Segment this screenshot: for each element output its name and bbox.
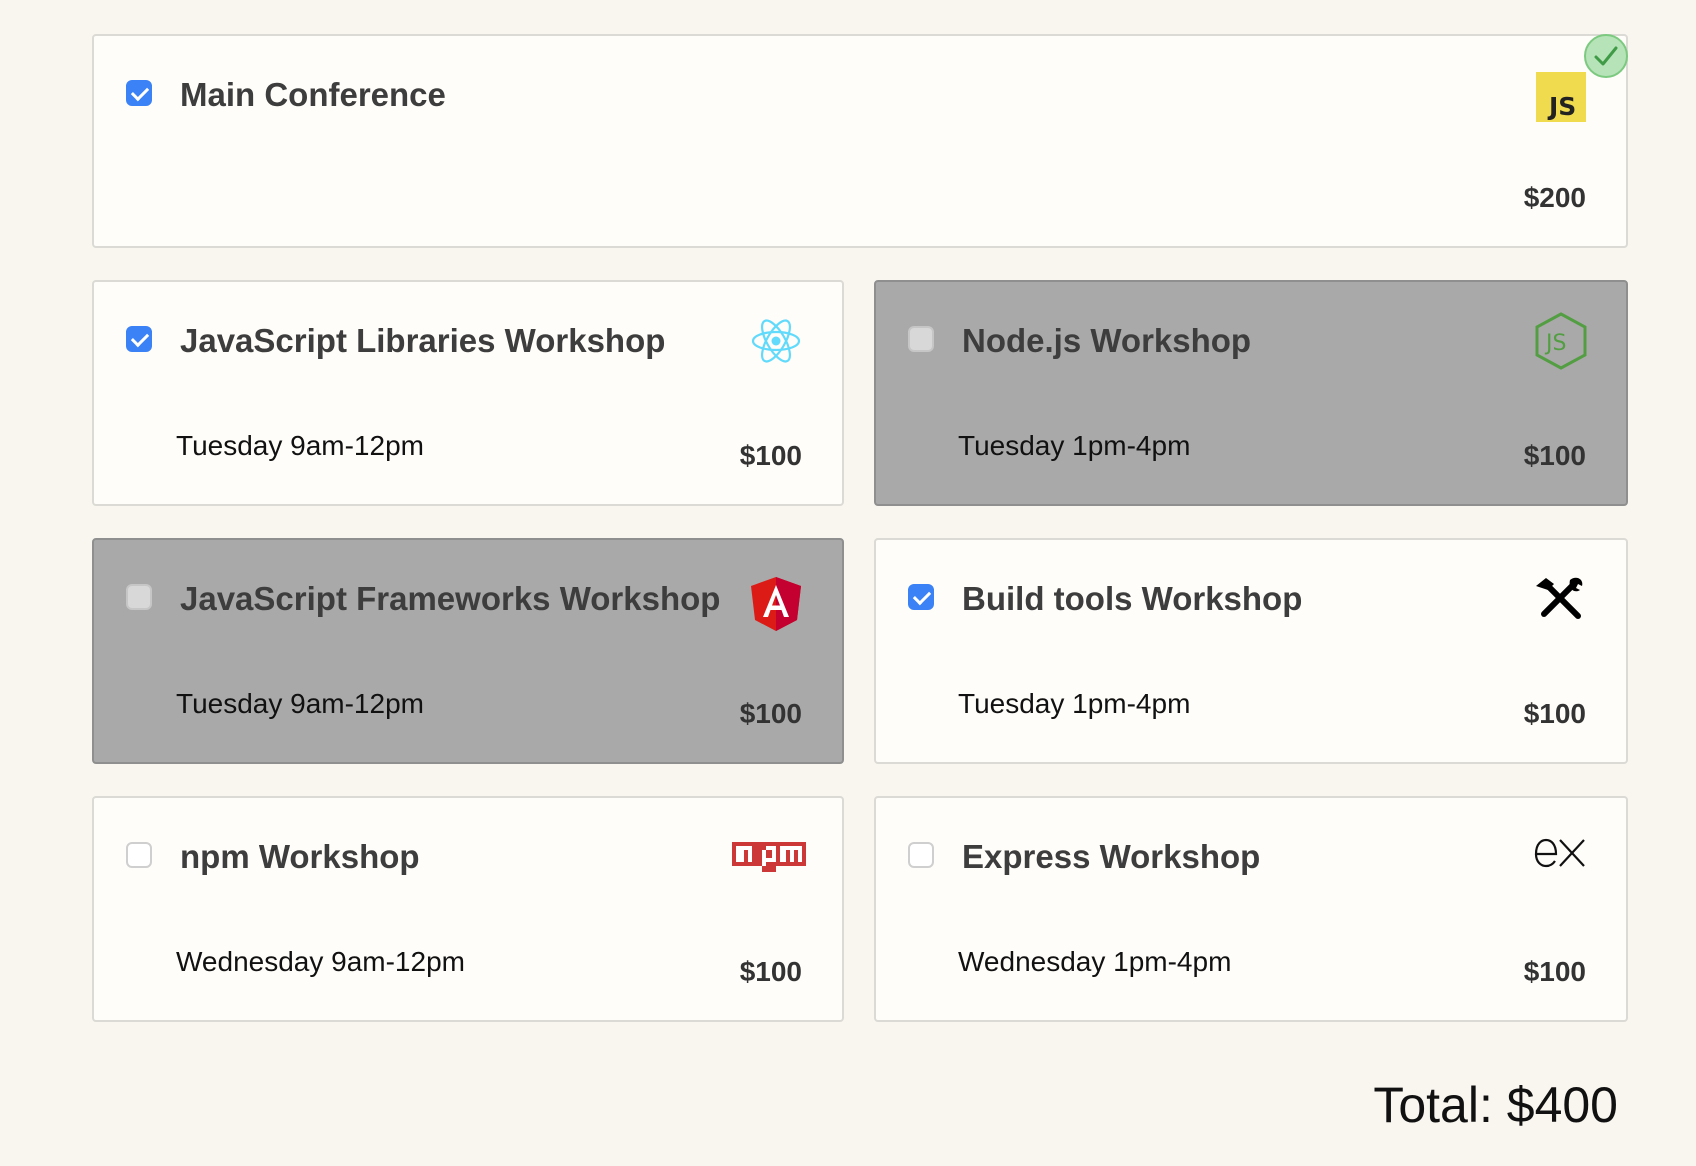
workshop-title: Express Workshop — [962, 838, 1261, 875]
svg-text:JS: JS — [1547, 92, 1576, 121]
workshop-checkbox — [908, 326, 934, 352]
workshop-price: $100 — [739, 956, 802, 987]
workshop-card-build-tools[interactable]: Build tools Workshop Tuesday 1pm-4pm $10… — [874, 538, 1628, 764]
workshop-checkbox[interactable] — [126, 842, 152, 868]
workshop-title: npm Workshop — [180, 838, 420, 875]
workshop-price: $100 — [739, 440, 802, 471]
workshop-time: Tuesday 9am-12pm — [176, 688, 424, 719]
main-conference-card[interactable]: Main Conference JS $200 — [92, 34, 1628, 248]
registration-page: Main Conference JS $200 JavaScript Libra… — [0, 0, 1696, 1166]
angular-icon — [751, 577, 801, 631]
workshop-card-javascript-libraries[interactable]: JavaScript Libraries Workshop Tuesday 9a… — [92, 280, 844, 506]
workshop-card-npm[interactable]: npm Workshop Wednesday 9am-12pm $100 — [92, 796, 844, 1022]
total-price: Total: $400 — [1373, 1077, 1618, 1133]
selected-check-icon — [1584, 34, 1628, 78]
workshop-time: Tuesday 1pm-4pm — [958, 430, 1191, 461]
workshop-title: JavaScript Frameworks Workshop — [180, 580, 721, 617]
react-icon — [751, 319, 801, 363]
workshop-checkbox[interactable] — [126, 326, 152, 352]
workshop-card-javascript-frameworks: JavaScript Frameworks Workshop Tuesday 9… — [92, 538, 844, 764]
workshop-price: $100 — [1523, 956, 1586, 987]
main-conference-price: $200 — [1523, 182, 1586, 213]
workshop-checkbox[interactable] — [908, 842, 934, 868]
workshop-price: $100 — [739, 698, 802, 729]
tools-icon — [1536, 577, 1583, 619]
workshop-title: Node.js Workshop — [962, 322, 1252, 359]
workshop-card-nodejs: Node.js Workshop JS Tuesday 1pm-4pm $100 — [874, 280, 1628, 506]
main-conference-title: Main Conference — [180, 76, 446, 113]
js-icon: JS — [1536, 72, 1586, 122]
express-icon — [1534, 838, 1585, 868]
workshop-price: $100 — [1523, 440, 1586, 471]
workshop-time: Tuesday 1pm-4pm — [958, 688, 1191, 719]
workshop-time: Tuesday 9am-12pm — [176, 430, 424, 461]
main-conference-checkbox[interactable] — [126, 80, 152, 106]
workshop-card-express[interactable]: Express Workshop Wednesday 1pm-4pm $100 — [874, 796, 1628, 1022]
workshop-checkbox — [126, 584, 152, 610]
npm-icon — [732, 842, 806, 872]
workshop-price: $100 — [1523, 698, 1586, 729]
workshop-time: Wednesday 1pm-4pm — [958, 946, 1232, 977]
svg-text:JS: JS — [1544, 331, 1566, 356]
nodejs-icon: JS — [1535, 312, 1587, 370]
workshop-checkbox[interactable] — [908, 584, 934, 610]
workshop-title: JavaScript Libraries Workshop — [180, 322, 666, 359]
workshop-title: Build tools Workshop — [962, 580, 1303, 617]
workshop-time: Wednesday 9am-12pm — [176, 946, 465, 977]
